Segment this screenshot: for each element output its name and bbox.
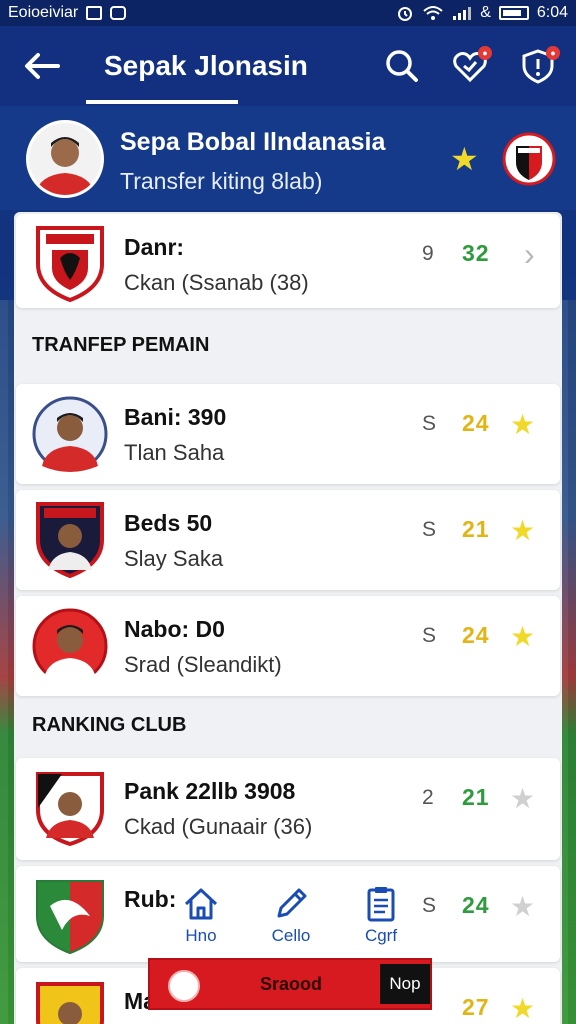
star-icon[interactable]: ★ (510, 992, 535, 1024)
pencil-icon (277, 888, 307, 918)
nav-list-label: Cgrf (364, 926, 398, 945)
favorite-star-icon[interactable]: ★ (450, 140, 479, 178)
status-bar: Eoioeiviar & 6:04 (0, 0, 576, 26)
transfer-meta: S (422, 518, 437, 541)
favorites-button[interactable]: ● (452, 46, 492, 84)
player-photo (32, 608, 108, 684)
club-crest-icon (36, 226, 104, 303)
star-outline-icon[interactable]: ★ (510, 782, 535, 815)
profile-subtitle: Transfer kiting 8lab) (120, 168, 323, 194)
club-crest-icon (36, 880, 104, 955)
nav-list[interactable]: Cgrf (346, 884, 416, 956)
favorites-badge: ● (478, 46, 492, 60)
search-icon[interactable] (384, 48, 420, 84)
transfer-score: 21 (462, 516, 490, 542)
club-card-score: 32 (462, 240, 490, 266)
status-time: 6:04 (536, 4, 568, 21)
star-icon[interactable]: ★ (510, 408, 535, 441)
app-bar: Sepak Jlonasin ● ● (0, 26, 576, 106)
club-card[interactable]: Danr: Ckan (Ssanab (38) 9 32 › (16, 214, 560, 308)
bottom-nav: Hno Cello Cgrf (156, 884, 426, 956)
promo-button[interactable]: Nop (380, 964, 430, 1004)
club-card-title: Danr: (124, 234, 185, 260)
star-icon[interactable]: ★ (510, 514, 535, 547)
ranking-score: 27 (462, 994, 490, 1020)
nav-home[interactable]: Hno (166, 884, 236, 956)
transfer-score: 24 (462, 622, 490, 648)
transfer-player-subtitle: Tlan Saha (124, 440, 225, 465)
ranking-section-title: RANKING CLUB (32, 714, 187, 736)
promo-label: Sraood (260, 974, 323, 994)
ranking-club-title: Pank 22llb 3908 (124, 778, 296, 804)
transfer-player-title: Bani: 390 (124, 404, 227, 430)
player-avatar-image (29, 123, 101, 195)
chevron-right-icon[interactable]: › (524, 236, 535, 273)
active-tab-indicator (86, 100, 238, 104)
wifi-icon (423, 6, 443, 20)
status-ampersand: & (480, 4, 491, 21)
player-photo (32, 396, 108, 472)
club-card-subtitle: Ckan (Ssanab (38) (124, 270, 309, 295)
back-arrow-icon[interactable] (22, 50, 62, 82)
ranking-score: 21 (462, 784, 490, 810)
app-notification-icon (110, 6, 127, 20)
transfer-player-title: Nabo: D0 (124, 616, 225, 642)
transfer-player-title: Beds 50 (124, 510, 213, 536)
ranking-club-subtitle: Ckad (Gunaair (36) (124, 814, 313, 839)
ranking-meta: 2 (422, 786, 434, 809)
nav-edit-label: Cello (271, 926, 311, 945)
list-item[interactable]: Pank 22llb 3908 Ckad (Gunaair (36) 2 21 … (16, 758, 560, 860)
club-card-meta: 9 (422, 242, 434, 265)
ranking-score: 24 (462, 892, 490, 918)
list-item[interactable]: Nabo: D0 Srad (Sleandikt) S 24 ★ (16, 596, 560, 696)
page-title: Sepak Jlonasin (104, 50, 308, 81)
alerts-button[interactable]: ● (520, 46, 560, 84)
alerts-badge: ● (546, 46, 560, 60)
transfer-meta: S (422, 624, 437, 647)
profile-name: Sepa Bobal Ilndanasia (120, 128, 386, 156)
transfer-meta: S (422, 412, 437, 435)
transfer-section-title: TRANFEP PEMAIN (32, 334, 210, 356)
alarm-icon (398, 7, 413, 21)
status-carrier-text: Eoioeiviar (8, 4, 79, 21)
transfer-player-subtitle: Srad (Sleandikt) (124, 652, 282, 677)
star-outline-icon[interactable]: ★ (510, 890, 535, 923)
club-logo (502, 132, 556, 186)
nav-edit[interactable]: Cello (256, 884, 326, 956)
transfer-player-subtitle: Slay Saka (124, 546, 224, 571)
star-icon[interactable]: ★ (510, 620, 535, 653)
profile-header: Sepa Bobal Ilndanasia Transfer kiting 8l… (0, 106, 576, 210)
club-player-photo (36, 772, 104, 847)
avatar[interactable] (26, 120, 104, 198)
nav-home-label: Hno (185, 926, 217, 945)
transfer-score: 24 (462, 410, 490, 436)
battery-icon (498, 6, 529, 20)
notification-icon (86, 6, 103, 20)
signal-icon (453, 7, 472, 20)
home-icon (184, 888, 218, 920)
promo-bar: Sraood Nop (148, 958, 432, 1010)
player-photo (36, 502, 104, 579)
promo-circle-icon[interactable] (168, 970, 200, 1002)
list-item[interactable]: Beds 50 Slay Saka S 21 ★ (16, 490, 560, 590)
clipboard-icon (367, 887, 395, 922)
club-player-photo (36, 982, 104, 1024)
list-item[interactable]: Bani: 390 Tlan Saha S 24 ★ (16, 384, 560, 484)
